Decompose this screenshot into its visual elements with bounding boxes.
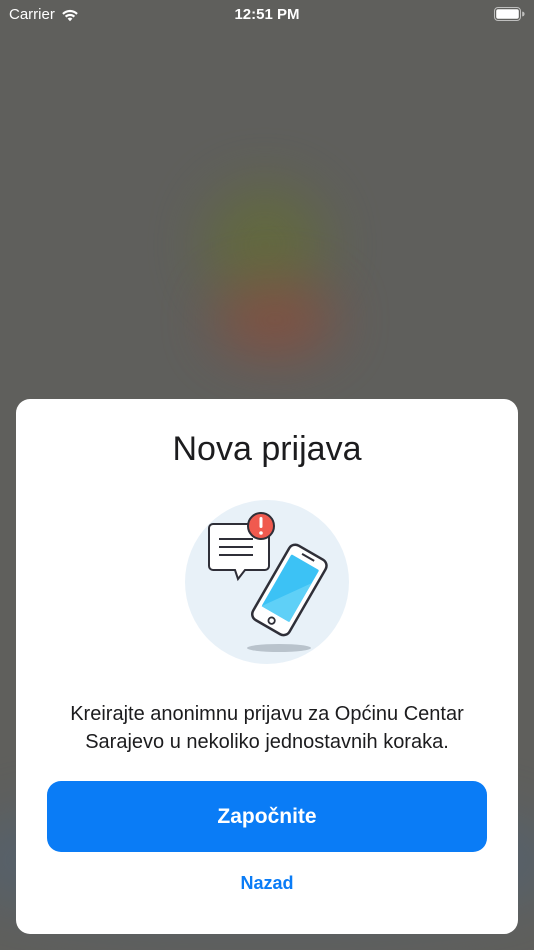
background-blur-shape xyxy=(215,285,335,355)
status-bar: Carrier 12:51 PM xyxy=(0,0,534,28)
status-time: 12:51 PM xyxy=(234,6,300,23)
phone-shadow-icon xyxy=(247,644,311,652)
back-link[interactable]: Nazad xyxy=(0,873,534,894)
start-button[interactable]: Započnite xyxy=(47,781,487,852)
modal-title: Nova prijava xyxy=(172,430,362,468)
battery-icon xyxy=(494,7,525,21)
alert-badge-icon xyxy=(247,512,275,540)
report-illustration xyxy=(185,500,349,664)
modal-description: Kreirajte anonimnu prijavu za Općinu Cen… xyxy=(70,703,464,753)
